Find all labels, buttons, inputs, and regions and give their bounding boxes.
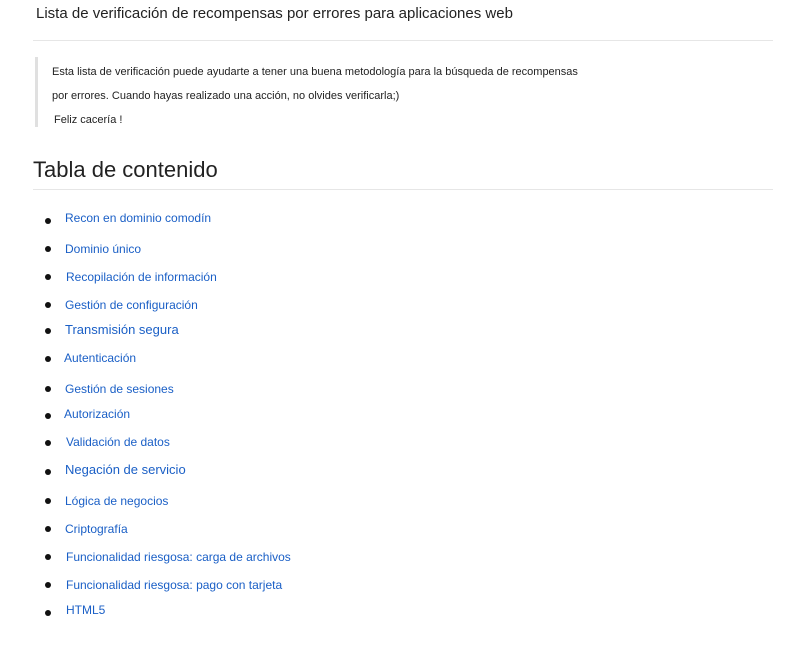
- toc-link-authorization[interactable]: Autorización: [64, 406, 130, 422]
- toc-link-cryptography[interactable]: Criptografía: [65, 521, 128, 537]
- toc-item-denial-of-service: Negación de servicio: [45, 462, 445, 478]
- bullet-icon: [45, 356, 51, 362]
- title-divider: [33, 40, 773, 41]
- toc-item-data-validation: Validación de datos: [45, 434, 445, 450]
- toc-item-single-domain: Dominio único: [45, 241, 445, 257]
- toc-link-single-domain[interactable]: Dominio único: [65, 241, 141, 257]
- intro-quote-bar: [35, 57, 38, 127]
- bullet-icon: [45, 498, 51, 504]
- page-title: Lista de verificación de recompensas por…: [36, 5, 513, 22]
- toc-link-session-management[interactable]: Gestión de sesiones: [65, 381, 174, 397]
- toc-link-recon-wildcard[interactable]: Recon en dominio comodín: [65, 210, 211, 226]
- toc-item-secure-transmission: Transmisión segura: [45, 322, 445, 338]
- intro-text-line-3: Feliz cacería !: [54, 114, 123, 126]
- bullet-icon: [45, 218, 51, 224]
- intro-text-line-2: por errores. Cuando hayas realizado una …: [52, 90, 400, 102]
- toc-item-business-logic: Lógica de negocios: [45, 493, 445, 509]
- toc-item-html5: HTML5: [45, 602, 445, 618]
- toc-item-authentication: Autenticación: [45, 350, 445, 366]
- bullet-icon: [45, 328, 51, 334]
- toc-item-risky-card-payment: Funcionalidad riesgosa: pago con tarjeta: [45, 577, 445, 593]
- intro-text-line-1: Esta lista de verificación puede ayudart…: [52, 66, 578, 78]
- toc-item-risky-file-upload: Funcionalidad riesgosa: carga de archivo…: [45, 549, 445, 565]
- toc-item-info-gathering: Recopilación de información: [45, 269, 445, 285]
- toc-link-business-logic[interactable]: Lógica de negocios: [65, 493, 168, 509]
- toc-link-secure-transmission[interactable]: Transmisión segura: [65, 322, 179, 338]
- bullet-icon: [45, 610, 51, 616]
- toc-link-data-validation[interactable]: Validación de datos: [66, 434, 170, 450]
- toc-item-cryptography: Criptografía: [45, 521, 445, 537]
- toc-item-config-management: Gestión de configuración: [45, 297, 445, 313]
- bullet-icon: [45, 440, 51, 446]
- toc-heading: Tabla de contenido: [33, 157, 218, 182]
- toc-link-html5[interactable]: HTML5: [66, 602, 105, 618]
- toc-link-config-management[interactable]: Gestión de configuración: [65, 297, 198, 313]
- bullet-icon: [45, 302, 51, 308]
- toc-link-authentication[interactable]: Autenticación: [64, 350, 136, 366]
- toc-link-info-gathering[interactable]: Recopilación de información: [66, 269, 217, 285]
- bullet-icon: [45, 526, 51, 532]
- bullet-icon: [45, 386, 51, 392]
- toc-item-recon-wildcard: Recon en dominio comodín: [45, 210, 445, 226]
- toc-item-authorization: Autorización: [45, 406, 445, 422]
- bullet-icon: [45, 246, 51, 252]
- toc-link-risky-card-payment[interactable]: Funcionalidad riesgosa: pago con tarjeta: [66, 577, 282, 593]
- bullet-icon: [45, 469, 51, 475]
- bullet-icon: [45, 554, 51, 560]
- toc-link-denial-of-service[interactable]: Negación de servicio: [65, 462, 186, 478]
- bullet-icon: [45, 582, 51, 588]
- bullet-icon: [45, 274, 51, 280]
- bullet-icon: [45, 413, 51, 419]
- toc-item-session-management: Gestión de sesiones: [45, 381, 445, 397]
- toc-divider: [33, 189, 773, 190]
- toc-link-risky-file-upload[interactable]: Funcionalidad riesgosa: carga de archivo…: [66, 549, 291, 565]
